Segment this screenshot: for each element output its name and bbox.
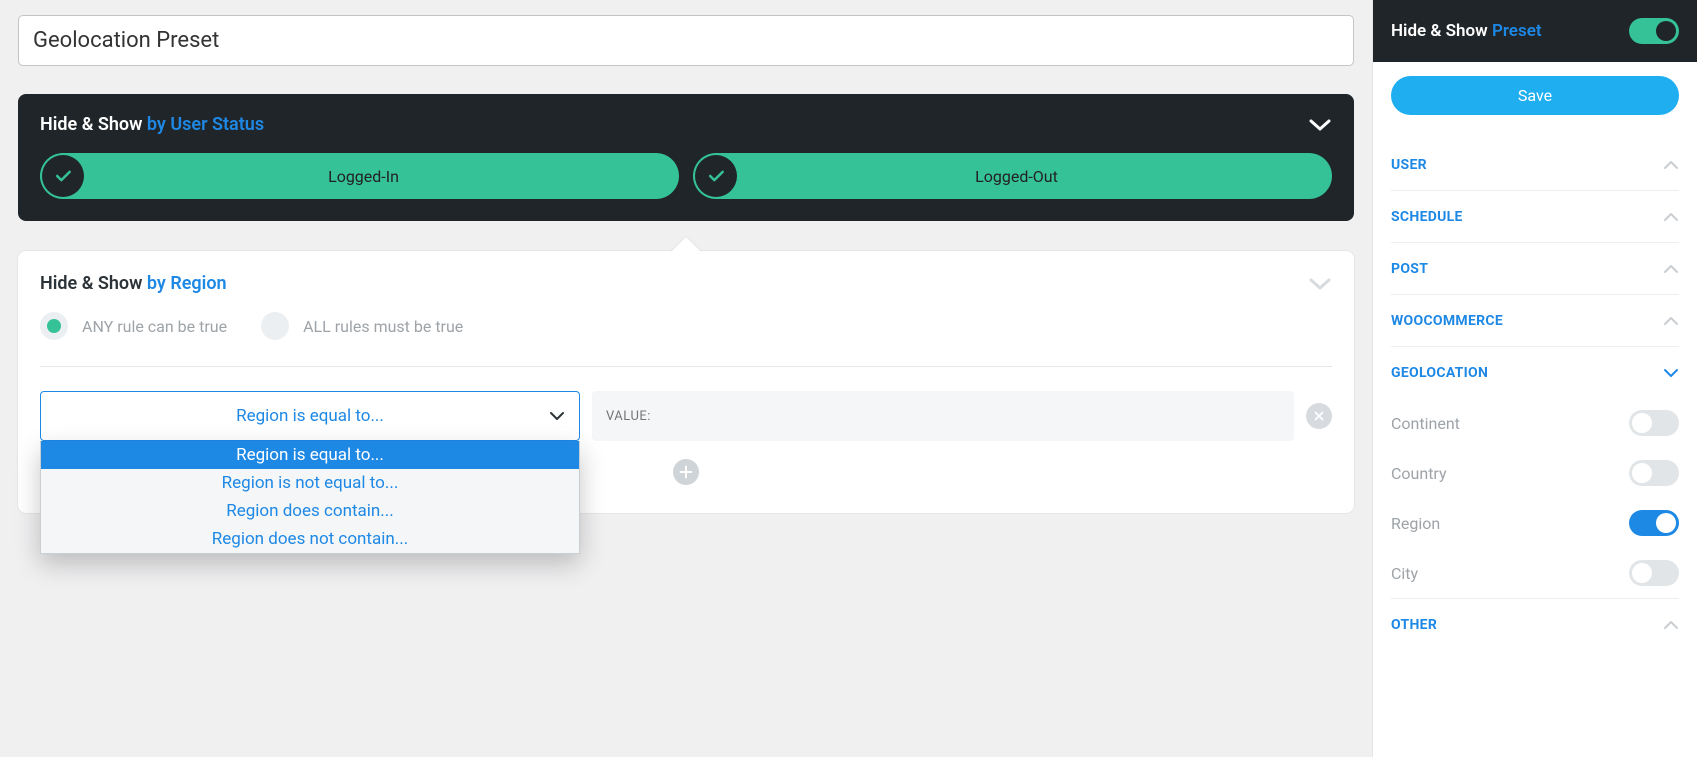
chevron-up-icon: [1663, 155, 1679, 174]
status-label: Logged-Out: [975, 167, 1058, 186]
status-logged-out[interactable]: Logged-Out: [693, 153, 1332, 199]
sidebar-title-suffix: Preset: [1492, 21, 1542, 41]
chevron-down-icon: [1663, 363, 1679, 382]
rule-value-input[interactable]: [592, 391, 1294, 441]
continent-toggle[interactable]: [1629, 410, 1679, 436]
section-user[interactable]: USER: [1391, 139, 1679, 190]
add-rule-button[interactable]: [673, 459, 699, 485]
dropdown-option[interactable]: Region does contain...: [41, 497, 579, 525]
section-label: WOOCOMMERCE: [1391, 313, 1503, 329]
mode-label: ALL rules must be true: [303, 317, 463, 336]
sub-label: Region: [1391, 514, 1440, 533]
sidebar-header: Hide & Show Preset: [1373, 0, 1697, 62]
sub-label: Continent: [1391, 414, 1460, 433]
geo-continent: Continent: [1391, 398, 1679, 448]
chevron-up-icon: [1663, 311, 1679, 330]
section-label: POST: [1391, 261, 1428, 277]
section-other[interactable]: OTHER: [1391, 599, 1679, 650]
remove-rule-button[interactable]: [1306, 403, 1332, 429]
geo-region: Region: [1391, 498, 1679, 548]
title-prefix: Hide & Show: [40, 273, 142, 294]
section-label: GEOLOCATION: [1391, 365, 1488, 381]
radio-icon: [261, 312, 289, 340]
title-suffix: by Region: [147, 273, 227, 294]
title-prefix: Hide & Show: [40, 114, 142, 135]
section-post[interactable]: POST: [1391, 243, 1679, 294]
select-current-label: Region is equal to...: [236, 406, 384, 426]
check-icon: [695, 155, 737, 197]
mode-all[interactable]: ALL rules must be true: [261, 312, 463, 340]
chevron-down-icon[interactable]: [1308, 118, 1332, 132]
chevron-up-icon: [1663, 259, 1679, 278]
section-label: SCHEDULE: [1391, 209, 1463, 225]
dropdown-option[interactable]: Region is equal to...: [41, 441, 579, 469]
panel-region: Hide & Show by Region ANY rule can be tr…: [18, 251, 1354, 513]
sidebar-title-prefix: Hide & Show: [1391, 21, 1488, 41]
panel-user-status: Hide & Show by User Status Logged-In Log…: [18, 94, 1354, 221]
check-icon: [42, 155, 84, 197]
sub-label: Country: [1391, 464, 1447, 483]
status-logged-in[interactable]: Logged-In: [40, 153, 679, 199]
dropdown-option[interactable]: Region does not contain...: [41, 525, 579, 553]
save-button[interactable]: Save: [1391, 76, 1679, 115]
mode-any[interactable]: ANY rule can be true: [40, 312, 227, 340]
geo-country: Country: [1391, 448, 1679, 498]
radio-icon: [40, 312, 68, 340]
rule-row: Region is equal to... Region is equal to…: [40, 391, 1332, 441]
dropdown-option[interactable]: Region is not equal to...: [41, 469, 579, 497]
geo-city: City: [1391, 548, 1679, 598]
sub-label: City: [1391, 564, 1418, 583]
preset-enabled-toggle[interactable]: [1629, 18, 1679, 44]
connector-arrow-icon: [670, 237, 702, 253]
panel-user-status-title: Hide & Show by User Status: [40, 114, 264, 135]
section-label: USER: [1391, 157, 1427, 173]
mode-label: ANY rule can be true: [82, 317, 227, 336]
country-toggle[interactable]: [1629, 460, 1679, 486]
chevron-down-icon[interactable]: [1308, 277, 1332, 291]
rule-operator-select[interactable]: Region is equal to...: [40, 391, 580, 441]
sidebar: Hide & Show Preset Save USER SCHEDULE PO…: [1372, 0, 1697, 757]
panel-region-title: Hide & Show by Region: [40, 273, 227, 294]
title-suffix: by User Status: [147, 114, 264, 135]
section-label: OTHER: [1391, 617, 1437, 633]
section-schedule[interactable]: SCHEDULE: [1391, 191, 1679, 242]
city-toggle[interactable]: [1629, 560, 1679, 586]
region-toggle[interactable]: [1629, 510, 1679, 536]
section-geolocation[interactable]: GEOLOCATION: [1391, 347, 1679, 398]
rule-operator-dropdown: Region is equal to... Region is not equa…: [40, 441, 580, 554]
section-woocommerce[interactable]: WOOCOMMERCE: [1391, 295, 1679, 346]
chevron-up-icon: [1663, 207, 1679, 226]
status-label: Logged-In: [328, 167, 399, 186]
preset-name-input[interactable]: [18, 15, 1354, 66]
chevron-up-icon: [1663, 615, 1679, 634]
chevron-down-icon: [549, 406, 565, 426]
